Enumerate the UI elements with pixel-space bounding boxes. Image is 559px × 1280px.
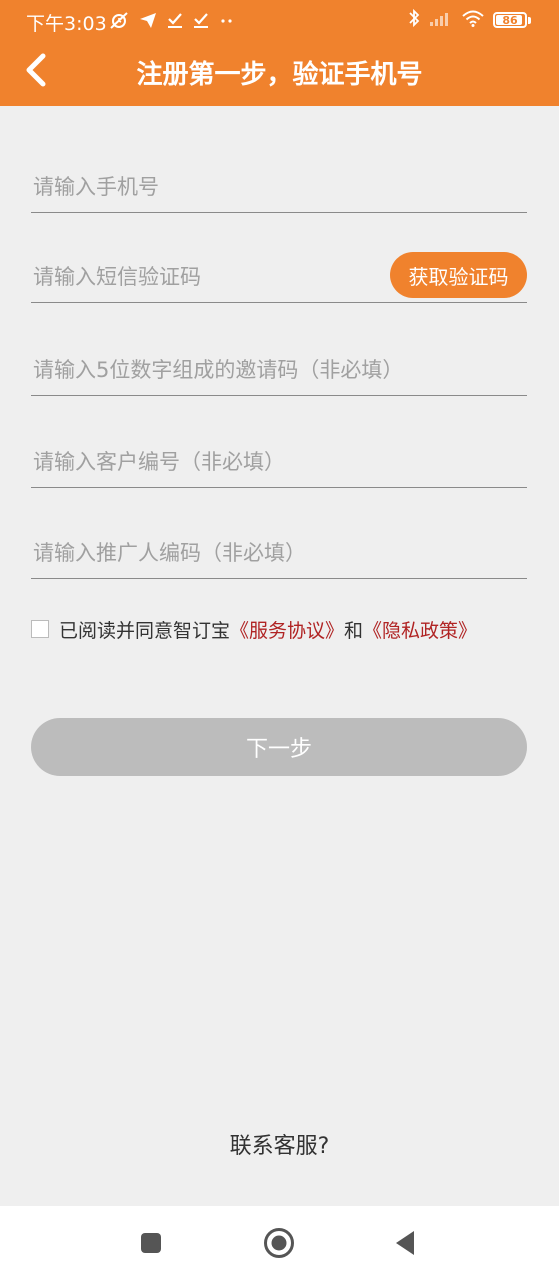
battery-level: 86 <box>502 13 518 27</box>
get-code-button[interactable]: 获取验证码 <box>390 252 527 298</box>
status-right-icons: 86 <box>407 8 531 32</box>
home-circle-icon <box>264 1228 294 1258</box>
send-icon <box>138 8 158 32</box>
system-nav-bar <box>0 1206 559 1280</box>
agreement-prefix: 已阅读并同意智订宝 <box>59 620 231 642</box>
agreement-text: 已阅读并同意智订宝《服务协议》和《隐私政策》 <box>59 617 479 646</box>
promoter-code-input[interactable] <box>31 528 527 578</box>
page-title: 注册第一步，验证手机号 <box>136 60 423 90</box>
square-icon <box>141 1233 161 1253</box>
download-check-icon <box>166 8 184 32</box>
back-button[interactable] <box>14 48 58 92</box>
triangle-back-icon <box>396 1231 414 1255</box>
wifi-icon <box>461 9 485 31</box>
signal-icon <box>429 9 453 31</box>
service-agreement-link[interactable]: 《服务协议》 <box>230 620 344 642</box>
invite-code-input[interactable] <box>31 345 527 395</box>
sms-code-field: 获取验证码 <box>31 252 527 303</box>
download-check-icon-2 <box>192 8 210 32</box>
invite-code-field <box>31 345 527 396</box>
customer-id-input[interactable] <box>31 437 527 487</box>
agreement-conjunction: 和 <box>344 620 364 642</box>
status-bar: 下午3:03 86 <box>0 0 559 42</box>
next-step-button[interactable]: 下一步 <box>31 718 527 776</box>
bluetooth-icon <box>407 8 421 32</box>
privacy-policy-link[interactable]: 《隐私政策》 <box>363 620 477 642</box>
customer-id-field <box>31 437 527 488</box>
status-time: 下午3:03 <box>26 13 107 35</box>
agreement-checkbox[interactable] <box>31 620 49 638</box>
home-button[interactable] <box>262 1226 296 1260</box>
recent-apps-button[interactable] <box>134 1226 168 1260</box>
promoter-code-field <box>31 528 527 579</box>
contact-support-link[interactable]: 联系客服? <box>0 1128 559 1160</box>
more-notifications-icon <box>218 8 236 32</box>
status-left-icons <box>108 8 236 32</box>
battery-icon: 86 <box>493 12 527 28</box>
phone-field <box>31 162 527 213</box>
chevron-left-icon <box>26 53 46 87</box>
app-header: 下午3:03 86 注册第一步，验证手机号 <box>0 0 559 106</box>
nav-bar: 注册第一步，验证手机号 <box>0 42 559 106</box>
sms-code-input[interactable] <box>31 252 381 302</box>
alarm-muted-icon <box>108 8 130 32</box>
system-back-button[interactable] <box>388 1226 422 1260</box>
phone-input[interactable] <box>31 162 527 212</box>
agreement-row: 已阅读并同意智订宝《服务协议》和《隐私政策》 <box>31 617 491 646</box>
